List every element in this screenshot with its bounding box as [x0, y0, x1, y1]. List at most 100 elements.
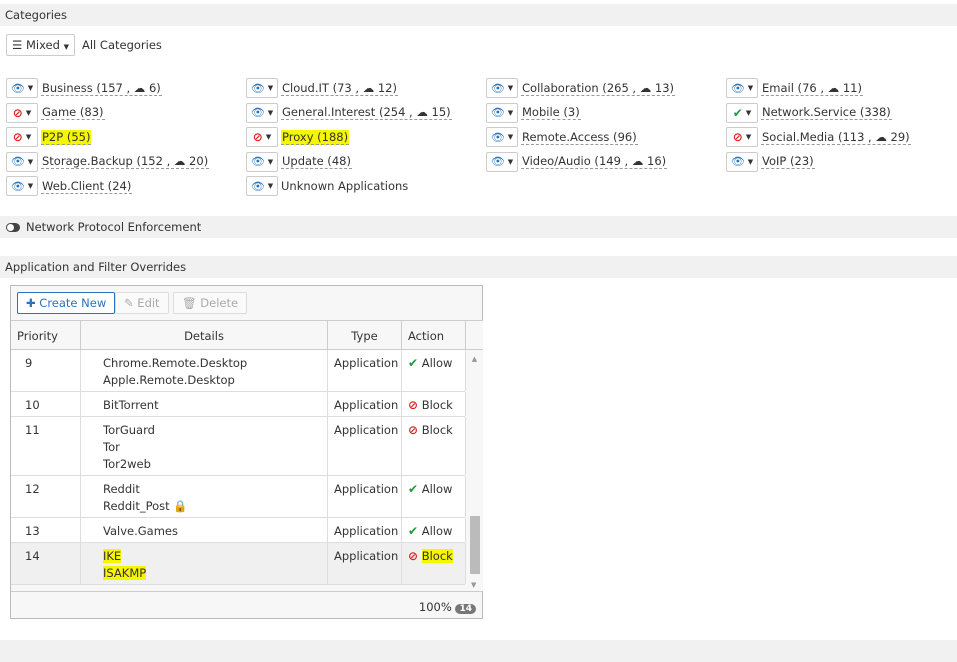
mixed-label: Mixed — [25, 38, 60, 52]
cloud-count: 13 — [654, 80, 670, 95]
eye-icon: 👁 — [250, 179, 265, 193]
category-link[interactable]: Social.Media (113 , ☁ 29) — [761, 130, 911, 145]
category-action-dropdown[interactable]: 👁 ▼ — [246, 176, 278, 196]
priority-cell: 10 — [11, 392, 81, 416]
plus-icon: ✚ — [26, 296, 36, 310]
action-cell: ✔ Allow — [402, 518, 466, 542]
eye-icon: 👁 — [490, 106, 505, 119]
table-row[interactable]: 14 IKE ISAKMP Application ⊘ Block — [11, 543, 466, 585]
category-link[interactable]: Network.Service (338) — [761, 105, 892, 120]
category-name: Collaboration — [522, 80, 599, 95]
category-name: Unknown Applications — [281, 179, 409, 193]
category-action-dropdown[interactable]: ⊘ ▼ — [6, 102, 38, 123]
header-details[interactable]: Details — [81, 320, 328, 350]
header-priority[interactable]: Priority — [11, 320, 81, 350]
category-link[interactable]: General.Interest (254 , ☁ 15) — [281, 105, 452, 120]
category-action-dropdown[interactable]: ⊘ ▼ — [726, 127, 758, 147]
category-action-dropdown[interactable]: 👁 ▼ — [486, 151, 518, 172]
category-link[interactable]: Collaboration (265 , ☁ 13) — [521, 80, 676, 96]
category-action-dropdown[interactable]: ✔ ▼ — [726, 102, 758, 123]
category-item: 👁 ▼ Business (157 , ☁ 6) — [6, 78, 162, 98]
category-action-dropdown[interactable]: 👁 ▼ — [246, 151, 278, 172]
scrollbar[interactable]: ▲ ▼ — [466, 350, 483, 591]
category-action-dropdown[interactable]: 👁 ▼ — [6, 176, 38, 196]
category-action-dropdown[interactable]: 👁 ▼ — [246, 78, 278, 98]
category-count: 83 — [84, 105, 100, 119]
category-link[interactable]: VoIP (23) — [761, 154, 815, 169]
category-link[interactable]: Cloud.IT (73 , ☁ 12) — [281, 81, 398, 96]
category-name: Cloud.IT — [282, 80, 329, 95]
detail-item: BitTorrent — [103, 398, 159, 412]
table-row[interactable]: 9 Chrome.Remote.Desktop Apple.Remote.Desk… — [11, 350, 466, 392]
category-name: Remote.Access — [522, 129, 610, 144]
category-item: 👁 ▼ Web.Client (24) — [6, 176, 133, 196]
scroll-down-icon[interactable]: ▼ — [471, 581, 476, 589]
header-type[interactable]: Type — [328, 320, 402, 350]
category-item: 👁 ▼ VoIP (23) — [726, 151, 815, 172]
check-circle-icon: ✔ — [408, 524, 419, 538]
mixed-dropdown[interactable]: ☰ Mixed ▼ — [6, 34, 75, 56]
category-item: 👁 ▼ Remote.Access (96) — [486, 127, 638, 147]
edit-button[interactable]: ✎ Edit — [115, 292, 169, 314]
eye-icon: 👁 — [490, 81, 505, 95]
category-action-dropdown[interactable]: 👁 ▼ — [486, 102, 518, 123]
category-action-dropdown[interactable]: 👁 ▼ — [486, 78, 518, 98]
type-cell: Application — [328, 543, 402, 584]
category-item: 👁 ▼ Mobile (3) — [486, 102, 581, 123]
category-action-dropdown[interactable]: 👁 ▼ — [6, 78, 38, 98]
protocol-enforcement-header: Network Protocol Enforcement — [0, 216, 957, 238]
category-action-dropdown[interactable]: 👁 ▼ — [6, 151, 38, 172]
categories-header: Categories — [0, 4, 957, 26]
delete-button[interactable]: 🗑 Delete — [173, 292, 248, 314]
action-cell: ⊘ Block — [402, 392, 466, 416]
category-count: 254 — [383, 105, 406, 119]
caret-icon: ▼ — [27, 157, 34, 166]
category-action-dropdown[interactable]: ⊘ ▼ — [6, 127, 38, 147]
scroll-up-icon[interactable]: ▲ — [466, 350, 483, 363]
category-link[interactable]: Remote.Access (96) — [521, 130, 638, 145]
category-item: ✔ ▼ Network.Service (338) — [726, 102, 892, 123]
category-link[interactable]: Update (48) — [281, 154, 352, 169]
detail-item: Apple.Remote.Desktop — [103, 373, 235, 387]
category-link[interactable]: Email (76 , ☁ 11) — [761, 81, 863, 96]
caret-icon: ▼ — [745, 108, 752, 117]
category-name: Video/Audio — [522, 154, 591, 168]
table-row[interactable]: 13 Valve.Games Application ✔ Allow — [11, 518, 466, 543]
category-action-dropdown[interactable]: 👁 ▼ — [486, 127, 518, 147]
category-action-dropdown[interactable]: ⊘ ▼ — [246, 127, 278, 147]
category-action-dropdown[interactable]: 👁 ▼ — [246, 102, 278, 123]
detail-item: TorGuard — [103, 423, 155, 437]
caret-icon: ▼ — [747, 84, 754, 92]
category-item: 👁 ▼ Update (48) — [246, 151, 352, 172]
scrollbar-thumb[interactable] — [470, 516, 480, 574]
overrides-table: ✚ Create New ✎ Edit 🗑 Delete Priority De… — [10, 285, 483, 619]
eye-icon: 👁 — [250, 81, 265, 95]
caret-icon: ▼ — [267, 84, 274, 92]
action-label: Allow — [421, 482, 453, 496]
create-new-button[interactable]: ✚ Create New — [17, 292, 116, 314]
category-link[interactable]: Web.Client (24) — [41, 179, 133, 194]
protocol-enforcement-toggle[interactable] — [6, 223, 20, 232]
table-row[interactable]: 12 Reddit Reddit_Post 🔒 Application ✔ All… — [11, 476, 466, 518]
eye-icon: 👁 — [730, 81, 745, 95]
count-badge: 14 — [455, 604, 476, 614]
cloud-count: 16 — [647, 154, 662, 168]
table-row[interactable]: 11 TorGuard Tor Tor2web Application ⊘ Bloc… — [11, 417, 466, 476]
detail-item: IKE — [103, 549, 122, 563]
category-item: 👁 ▼ Collaboration (265 , ☁ 13) — [486, 78, 676, 98]
category-link[interactable]: Mobile (3) — [521, 105, 581, 120]
category-action-dropdown[interactable]: 👁 ▼ — [726, 78, 758, 98]
table-row[interactable]: 10 BitTorrent Application ⊘ Block — [11, 392, 466, 417]
category-link[interactable]: Game (83) — [41, 105, 105, 120]
category-link[interactable]: Business (157 , ☁ 6) — [41, 81, 162, 96]
header-action[interactable]: Action — [402, 320, 466, 350]
category-link[interactable]: Video/Audio (149 , ☁ 16) — [521, 154, 668, 169]
category-link[interactable]: Proxy (188) — [281, 129, 350, 145]
category-link[interactable]: P2P (55) — [41, 129, 92, 145]
cloud-icon: ☁ — [173, 154, 186, 168]
layers-icon: ☰ — [12, 38, 23, 52]
category-count: 55 — [71, 129, 86, 144]
category-link[interactable]: Storage.Backup (152 , ☁ 20) — [41, 154, 210, 169]
category-action-dropdown[interactable]: 👁 ▼ — [726, 151, 758, 172]
category-item: 👁 ▼ Video/Audio (149 , ☁ 16) — [486, 151, 668, 172]
